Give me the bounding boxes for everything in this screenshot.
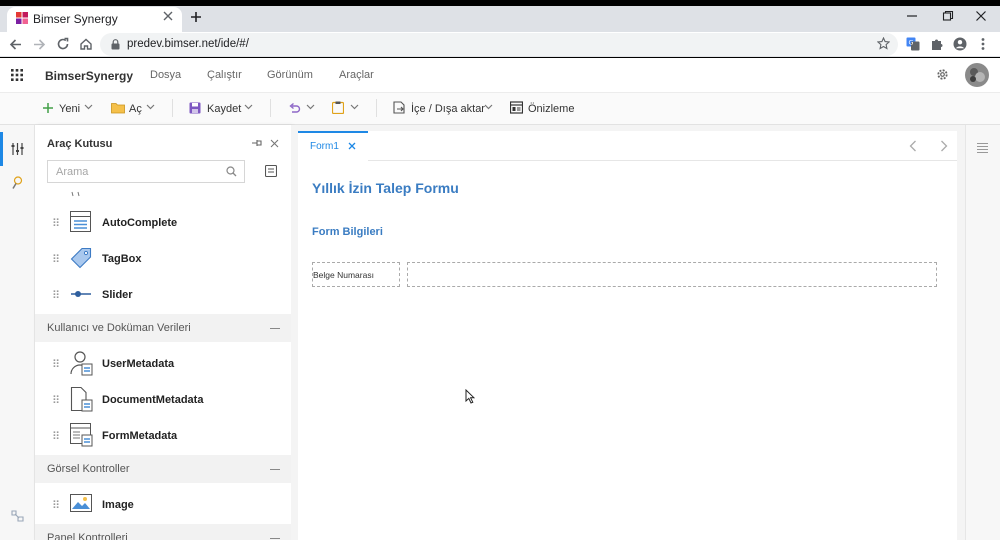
category-user-document-data[interactable]: Kullanıcı ve Doküman Verileri — [47, 322, 191, 334]
category-panel-controls[interactable]: Panel Kontrolleri — [47, 532, 128, 540]
field-input-placeholder[interactable] — [407, 262, 937, 287]
clipboard-icon[interactable] — [332, 101, 344, 114]
save-disk-icon[interactable] — [189, 102, 201, 114]
drag-handle-icon[interactable]: ⠿ — [52, 289, 60, 302]
search-icon[interactable] — [226, 166, 237, 177]
toolbox-title: Araç Kutusu — [47, 138, 113, 150]
toolbox-item-documentmetadata[interactable]: DocumentMetadata — [102, 394, 203, 406]
window-minimize-icon[interactable] — [906, 10, 918, 22]
mouse-cursor-icon — [465, 389, 475, 404]
section-title[interactable]: Form Bilgileri — [312, 226, 383, 238]
url-text[interactable]: predev.bimser.net/ide/#/ — [127, 38, 249, 50]
app-launcher-grid-icon[interactable] — [11, 69, 23, 81]
active-indicator — [0, 132, 3, 166]
toolbar-divider — [172, 99, 173, 117]
new-tab-icon[interactable] — [190, 11, 202, 23]
undo-icon[interactable] — [288, 101, 301, 114]
toolbar-divider — [270, 99, 271, 117]
field-label-belge-numarasi[interactable]: Belge Numarası — [313, 270, 374, 280]
menu-araclar[interactable]: Araçlar — [339, 69, 374, 81]
tag-icon — [70, 247, 92, 269]
image-icon — [70, 494, 92, 512]
form-title[interactable]: Yıllık İzin Talep Formu — [312, 180, 459, 196]
toolbox-item-slider[interactable]: Slider — [102, 289, 133, 301]
chevron-down-icon[interactable] — [244, 104, 253, 110]
user-metadata-icon — [70, 350, 94, 376]
browser-menu-icon[interactable] — [981, 37, 985, 51]
drag-handle-icon[interactable]: ⠿ — [52, 253, 60, 266]
toolbox-item-autocomplete[interactable]: AutoComplete — [102, 217, 177, 229]
drag-handle-icon[interactable]: ⠿ — [52, 217, 60, 230]
window-close-icon[interactable] — [975, 10, 987, 22]
bookmark-star-icon[interactable] — [877, 37, 890, 50]
toolbox-item-usermetadata[interactable]: UserMetadata — [102, 358, 174, 370]
drag-handle-icon[interactable]: ⠿ — [52, 430, 60, 443]
chevron-down-icon[interactable] — [350, 104, 359, 110]
toolbox-item-image[interactable]: Image — [102, 499, 134, 511]
profile-icon[interactable] — [953, 37, 967, 51]
import-export-icon[interactable] — [393, 101, 406, 114]
chevron-left-icon[interactable] — [909, 140, 917, 152]
chevron-down-icon[interactable] — [306, 104, 315, 110]
drag-handle-icon[interactable]: ⠿ — [52, 499, 60, 512]
chevron-right-icon[interactable] — [940, 140, 948, 152]
window-restore-icon[interactable] — [942, 10, 954, 22]
app-name: BimserSynergy — [45, 69, 134, 83]
slider-icon — [70, 288, 92, 300]
chevron-down-icon[interactable] — [484, 104, 493, 110]
home-icon[interactable] — [79, 37, 93, 51]
browser-tab-title: Bimser Synergy — [33, 12, 118, 26]
new-button[interactable]: Yeni — [59, 103, 80, 115]
pin-icon[interactable] — [251, 138, 262, 148]
extensions-puzzle-icon[interactable] — [930, 37, 944, 51]
right-side-bar — [965, 125, 1000, 540]
svg-text:G: G — [909, 39, 914, 47]
toolbar-divider — [376, 99, 377, 117]
document-metadata-icon — [70, 386, 94, 412]
bottom-tool-icon[interactable] — [11, 509, 24, 522]
tab-form1-label[interactable]: Form1 — [310, 141, 339, 152]
open-button[interactable]: Aç — [129, 103, 142, 115]
forward-icon[interactable] — [33, 38, 46, 51]
drag-handle-icon[interactable]: ⠿ — [52, 394, 60, 407]
reload-icon[interactable] — [56, 37, 70, 51]
category-visual-controls[interactable]: Görsel Kontroller — [47, 463, 130, 475]
collapse-category-icon[interactable] — [270, 538, 280, 539]
folder-icon[interactable] — [111, 102, 125, 114]
collapse-category-icon[interactable] — [270, 469, 280, 470]
toolbox-tools-icon[interactable] — [11, 142, 24, 156]
menu-dosya[interactable]: Dosya — [150, 69, 181, 81]
drag-handle-icon[interactable]: ⠿ — [52, 358, 60, 371]
import-export-button[interactable]: İçe / Dışa aktar — [411, 103, 485, 115]
chevron-down-icon[interactable] — [84, 104, 93, 110]
partial-item-icon — [70, 191, 94, 198]
toolbox-search-input[interactable]: Arama — [56, 166, 88, 178]
form-metadata-icon — [70, 423, 94, 447]
menu-calistir[interactable]: Çalıştır — [207, 69, 242, 81]
save-button[interactable]: Kaydet — [207, 103, 241, 115]
toolbox-item-formmetadata[interactable]: FormMetadata — [102, 430, 177, 442]
properties-list-icon[interactable] — [976, 142, 989, 154]
bimser-favicon-icon — [16, 12, 28, 24]
autocomplete-icon — [70, 211, 92, 233]
tab-bar-border — [368, 160, 957, 161]
back-icon[interactable] — [9, 38, 22, 51]
paint-brush-icon[interactable] — [11, 176, 23, 190]
panel-close-icon[interactable] — [270, 139, 279, 148]
tab-close-icon[interactable] — [163, 11, 173, 21]
chevron-down-icon[interactable] — [146, 104, 155, 110]
translate-icon[interactable]: G — [906, 37, 920, 51]
plus-icon[interactable] — [42, 102, 54, 114]
collapse-category-icon[interactable] — [270, 328, 280, 329]
toolbox-item-tagbox[interactable]: TagBox — [102, 253, 142, 265]
menu-gorunum[interactable]: Görünüm — [267, 69, 313, 81]
preview-icon[interactable] — [510, 101, 523, 114]
settings-gear-icon[interactable] — [936, 68, 949, 81]
collapse-all-icon[interactable] — [265, 165, 277, 177]
lock-icon[interactable] — [111, 39, 120, 50]
preview-button[interactable]: Önizleme — [528, 103, 574, 115]
user-avatar[interactable] — [965, 63, 989, 87]
close-icon[interactable] — [348, 142, 356, 150]
